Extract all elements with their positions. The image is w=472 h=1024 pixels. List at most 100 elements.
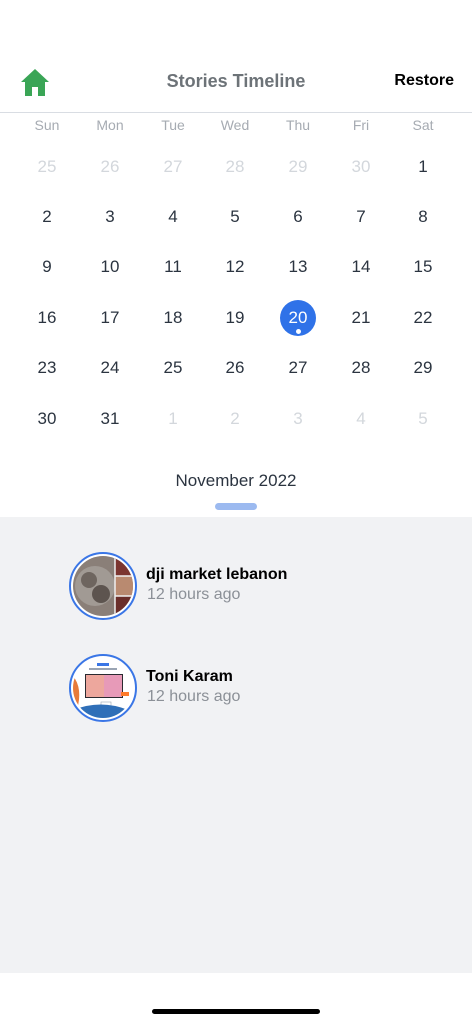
calendar-day[interactable]: 10	[88, 245, 132, 289]
weekday-label: Sat	[412, 117, 434, 133]
calendar-day: 29	[276, 145, 320, 189]
day-number: 5	[418, 409, 428, 428]
calendar-day[interactable]: 1	[401, 145, 445, 189]
bottom-bar	[0, 973, 472, 1024]
day-number: 11	[164, 257, 182, 276]
day-number: 6	[293, 207, 303, 226]
calendar-day[interactable]: 25	[151, 346, 195, 390]
calendar-day[interactable]: 27	[276, 346, 320, 390]
calendar-day[interactable]: 21	[339, 296, 383, 340]
calendar-day[interactable]: 5	[213, 195, 257, 239]
tv-product-avatar	[73, 658, 133, 718]
day-number: 27	[288, 358, 308, 377]
day-number: 19	[225, 308, 245, 327]
weekday-label: Tue	[161, 117, 185, 133]
day-number: 25	[37, 157, 57, 176]
calendar-day[interactable]: 30	[25, 397, 69, 441]
calendar-day[interactable]: 3	[88, 195, 132, 239]
day-number: 24	[100, 358, 120, 377]
calendar-day[interactable]: 22	[401, 296, 445, 340]
story-timestamp: 12 hours ago	[147, 586, 241, 603]
day-number: 7	[356, 207, 366, 226]
story-timestamp: 12 hours ago	[147, 688, 241, 705]
story-author-name: Toni Karam	[146, 668, 233, 685]
drag-handle[interactable]	[215, 503, 257, 510]
calendar-day[interactable]: 13	[276, 245, 320, 289]
selected-day[interactable]: 20	[280, 300, 316, 336]
calendar-day: 28	[213, 145, 257, 189]
weekday-header-row: Sun Mon Tue Wed Thu Fri Sat	[0, 117, 472, 137]
calendar-day[interactable]: 14	[339, 245, 383, 289]
story-author-name: dji market lebanon	[146, 566, 288, 583]
calendar-day[interactable]: 16	[25, 296, 69, 340]
day-number: 9	[42, 257, 52, 276]
day-number: 23	[37, 358, 57, 377]
calendar-day[interactable]: 24	[88, 346, 132, 390]
day-number: 2	[230, 409, 240, 428]
day-number: 1	[168, 409, 178, 428]
day-number: 22	[413, 308, 433, 327]
weekday-label: Thu	[285, 117, 311, 133]
calendar-day[interactable]: 12	[213, 245, 257, 289]
calendar-day[interactable]: 17	[88, 296, 132, 340]
calendar-day: 4	[339, 397, 383, 441]
calendar-day[interactable]: 9	[25, 245, 69, 289]
day-number: 28	[351, 358, 371, 377]
weekday-label: Mon	[96, 117, 124, 133]
day-number: 26	[225, 358, 245, 377]
calendar-day[interactable]: 29	[401, 346, 445, 390]
day-number: 18	[163, 308, 183, 327]
app-header: Stories Timeline Restore	[0, 0, 472, 113]
photo-collage-avatar	[73, 556, 133, 616]
home-indicator[interactable]	[152, 1009, 320, 1014]
calendar-day[interactable]: 26	[213, 346, 257, 390]
weekday-label: Wed	[220, 117, 250, 133]
story-indicator-dot	[295, 329, 301, 334]
month-label: November 2022	[175, 471, 297, 490]
calendar-day: 30	[339, 145, 383, 189]
day-number: 21	[351, 308, 371, 327]
calendar-day[interactable]: 7	[339, 195, 383, 239]
calendar-day: 26	[88, 145, 132, 189]
day-number: 28	[225, 157, 245, 176]
day-number: 20	[288, 308, 308, 327]
calendar-day[interactable]: 31	[88, 397, 132, 441]
story-item[interactable]: Toni Karam 12 hours ago	[69, 654, 389, 724]
day-number: 3	[105, 207, 115, 226]
calendar-grid: 25 26 27 28 29 30 1 2 3 4 5 6 7 8 9 10 11 12 13 14 15 16 17 18 1…	[0, 141, 472, 443]
restore-button[interactable]: Restore	[394, 72, 454, 90]
calendar-day[interactable]: 15	[401, 245, 445, 289]
day-number: 29	[413, 358, 433, 377]
calendar-day[interactable]: 6	[276, 195, 320, 239]
day-number: 1	[418, 157, 428, 176]
avatar	[69, 654, 137, 722]
day-number: 13	[288, 257, 308, 276]
day-number: 14	[351, 257, 371, 276]
avatar	[69, 552, 137, 620]
calendar-day[interactable]: 2	[25, 195, 69, 239]
calendar-day[interactable]: 11	[151, 245, 195, 289]
story-list: dji market lebanon 12 hours ago Toni Kar…	[0, 517, 472, 973]
story-item[interactable]: dji market lebanon 12 hours ago	[69, 552, 389, 622]
day-number: 31	[100, 409, 120, 428]
day-number: 25	[163, 358, 183, 377]
day-number: 3	[293, 409, 303, 428]
calendar-day[interactable]: 23	[25, 346, 69, 390]
day-number: 16	[37, 308, 57, 327]
day-number: 30	[351, 157, 371, 176]
calendar-day[interactable]: 19	[213, 296, 257, 340]
calendar-day: 1	[151, 397, 195, 441]
calendar-day: 27	[151, 145, 195, 189]
calendar-day[interactable]: 8	[401, 195, 445, 239]
calendar-day[interactable]: 28	[339, 346, 383, 390]
day-number: 12	[225, 257, 245, 276]
day-number: 10	[100, 257, 120, 276]
weekday-label: Fri	[352, 117, 370, 133]
calendar-day[interactable]: 4	[151, 195, 195, 239]
day-number: 30	[37, 409, 57, 428]
day-number: 2	[42, 207, 52, 226]
day-number: 4	[168, 207, 178, 226]
day-number: 17	[100, 308, 120, 327]
calendar-day: 5	[401, 397, 445, 441]
calendar-day[interactable]: 18	[151, 296, 195, 340]
